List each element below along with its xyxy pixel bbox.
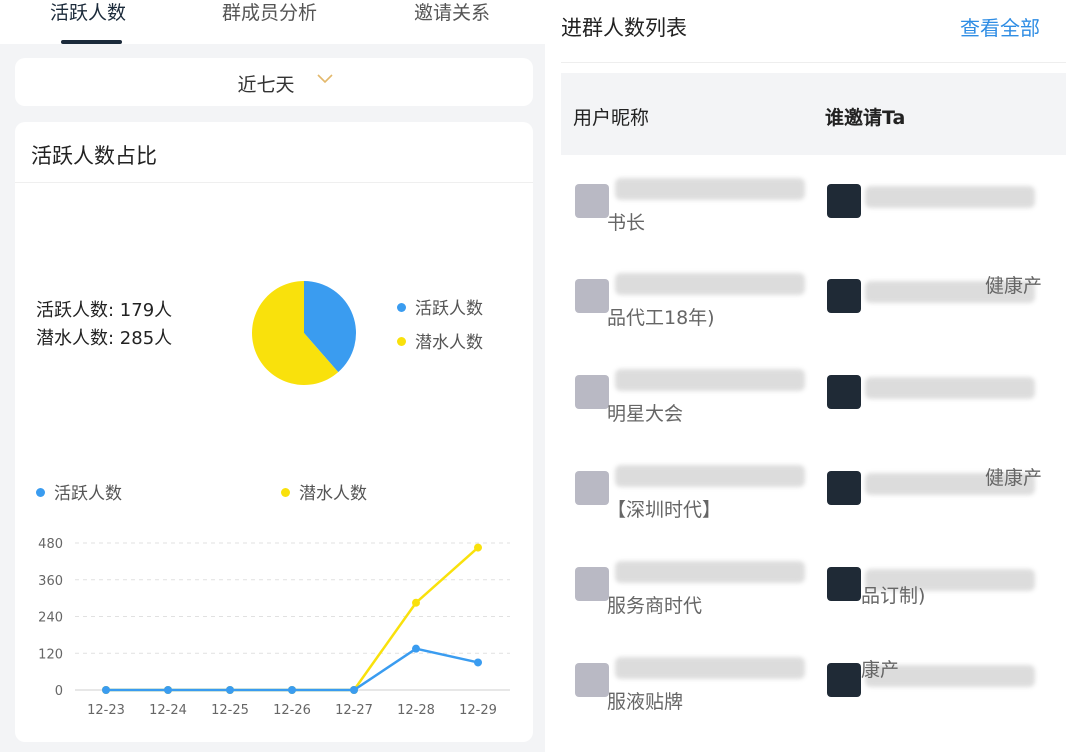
card-title: 活跃人数占比 bbox=[31, 144, 157, 168]
blurred-inviter bbox=[865, 377, 1035, 399]
view-all-link[interactable]: 查看全部 bbox=[960, 12, 1040, 41]
user-nickname: 【深圳时代】 bbox=[607, 499, 722, 521]
blurred-name bbox=[615, 369, 805, 391]
blurred-inviter bbox=[865, 186, 1035, 208]
inviter-name: 健康产 bbox=[985, 275, 1043, 297]
activity-panel: 活跃人数 群成员分析 邀请关系 近七天 活跃人数占比 活跃人数: 179人 潜水… bbox=[0, 0, 545, 752]
inviter-avatar bbox=[827, 279, 861, 313]
data-point bbox=[164, 686, 172, 694]
data-point bbox=[474, 543, 482, 552]
divider bbox=[561, 62, 1066, 63]
x-tick-label: 12-28 bbox=[397, 703, 435, 718]
user-avatar bbox=[575, 663, 609, 697]
table-row[interactable]: 服务商时代 品订制) bbox=[545, 553, 1080, 649]
inviter-name: 品订制) bbox=[861, 585, 926, 607]
date-range-selector[interactable]: 近七天 bbox=[15, 58, 533, 106]
date-range-label: 近七天 bbox=[237, 74, 295, 96]
table-row[interactable]: 品代工18年) 健康产 bbox=[545, 265, 1080, 361]
divider bbox=[15, 182, 533, 183]
x-tick-label: 12-23 bbox=[87, 703, 125, 718]
y-tick-label: 120 bbox=[38, 647, 63, 662]
member-list-panel: 进群人数列表 查看全部 用户昵称 谁邀请Ta 书长 品代工18年) 健康产 明星大会【… bbox=[545, 0, 1080, 752]
user-avatar bbox=[575, 279, 609, 313]
user-avatar bbox=[575, 471, 609, 505]
y-tick-label: 480 bbox=[38, 537, 63, 552]
inviter-avatar bbox=[827, 375, 861, 409]
data-point bbox=[412, 644, 420, 653]
pie-legend-active: 活跃人数 bbox=[397, 294, 483, 319]
user-avatar bbox=[575, 184, 609, 218]
active-tab-indicator bbox=[61, 40, 122, 44]
active-ratio-pie-chart bbox=[252, 281, 356, 385]
data-point bbox=[288, 686, 296, 694]
tab-invite-relations[interactable]: 邀请关系 bbox=[414, 0, 490, 26]
user-nickname: 服液贴牌 bbox=[607, 691, 684, 713]
lurker-count-stat: 潜水人数: 285人 bbox=[36, 328, 173, 349]
table-row[interactable]: 服液贴牌 康产 bbox=[545, 649, 1080, 745]
legend-dot bbox=[397, 336, 406, 346]
x-tick-label: 12-26 bbox=[273, 703, 311, 718]
table-row[interactable]: 书长 bbox=[545, 170, 1080, 266]
tab-bar: 活跃人数 群成员分析 邀请关系 bbox=[0, 0, 545, 44]
inviter-avatar bbox=[827, 567, 861, 601]
blurred-name bbox=[615, 561, 805, 583]
y-tick-label: 360 bbox=[38, 574, 63, 589]
inviter-name: 康产 bbox=[861, 659, 900, 681]
inviter-avatar bbox=[827, 184, 861, 218]
y-tick-label: 0 bbox=[55, 684, 63, 699]
tab-active-members[interactable]: 活跃人数 bbox=[50, 0, 126, 26]
list-title: 进群人数列表 bbox=[561, 16, 687, 40]
chevron-down-icon bbox=[317, 74, 333, 84]
x-tick-label: 12-29 bbox=[459, 703, 497, 718]
active-ratio-card: 活跃人数占比 活跃人数: 179人 潜水人数: 285人 活跃人数 潜水人数 活… bbox=[15, 122, 533, 742]
line-legend-active: 活跃人数 bbox=[36, 479, 122, 504]
blurred-name bbox=[615, 465, 805, 487]
x-tick-label: 12-27 bbox=[335, 703, 373, 718]
legend-dot bbox=[36, 487, 45, 497]
inviter-avatar bbox=[827, 663, 861, 697]
x-tick-label: 12-25 bbox=[211, 703, 249, 718]
inviter-avatar bbox=[827, 471, 861, 505]
member-trend-line-chart: 0 120 240 360 480 12-23 12-24 12-25 12-26 12-27 12… bbox=[38, 537, 510, 718]
line-legend-lurker: 潜水人数 bbox=[281, 479, 367, 504]
legend-dot bbox=[281, 487, 290, 497]
user-avatar bbox=[575, 567, 609, 601]
tab-member-analysis[interactable]: 群成员分析 bbox=[222, 0, 317, 26]
table-row[interactable]: 【深圳时代】 健康产 bbox=[545, 457, 1080, 553]
blurred-name bbox=[615, 178, 805, 200]
data-point bbox=[412, 598, 420, 607]
blurred-name bbox=[615, 657, 805, 679]
series-line-active bbox=[106, 647, 479, 692]
pie-legend-lurker: 潜水人数 bbox=[397, 328, 483, 353]
data-point bbox=[226, 686, 234, 694]
column-header-inviter: 谁邀请Ta bbox=[825, 107, 906, 129]
inviter-name: 健康产 bbox=[985, 467, 1043, 489]
user-nickname: 品代工18年) bbox=[607, 307, 715, 329]
data-point bbox=[474, 658, 482, 667]
table-row[interactable]: 明星大会 bbox=[545, 361, 1080, 457]
y-tick-label: 240 bbox=[38, 611, 63, 626]
user-nickname: 书长 bbox=[607, 212, 646, 234]
legend-dot bbox=[397, 302, 406, 312]
blurred-name bbox=[615, 273, 805, 295]
user-nickname: 服务商时代 bbox=[607, 595, 703, 617]
active-count-stat: 活跃人数: 179人 bbox=[36, 300, 173, 321]
data-point bbox=[350, 686, 358, 694]
table-header: 用户昵称 谁邀请Ta bbox=[561, 73, 1066, 155]
column-header-nickname: 用户昵称 bbox=[573, 107, 650, 129]
series-line-lurker bbox=[106, 546, 479, 692]
user-nickname: 明星大会 bbox=[607, 403, 684, 425]
x-tick-label: 12-24 bbox=[149, 703, 187, 718]
user-avatar bbox=[575, 375, 609, 409]
data-point bbox=[102, 686, 110, 694]
